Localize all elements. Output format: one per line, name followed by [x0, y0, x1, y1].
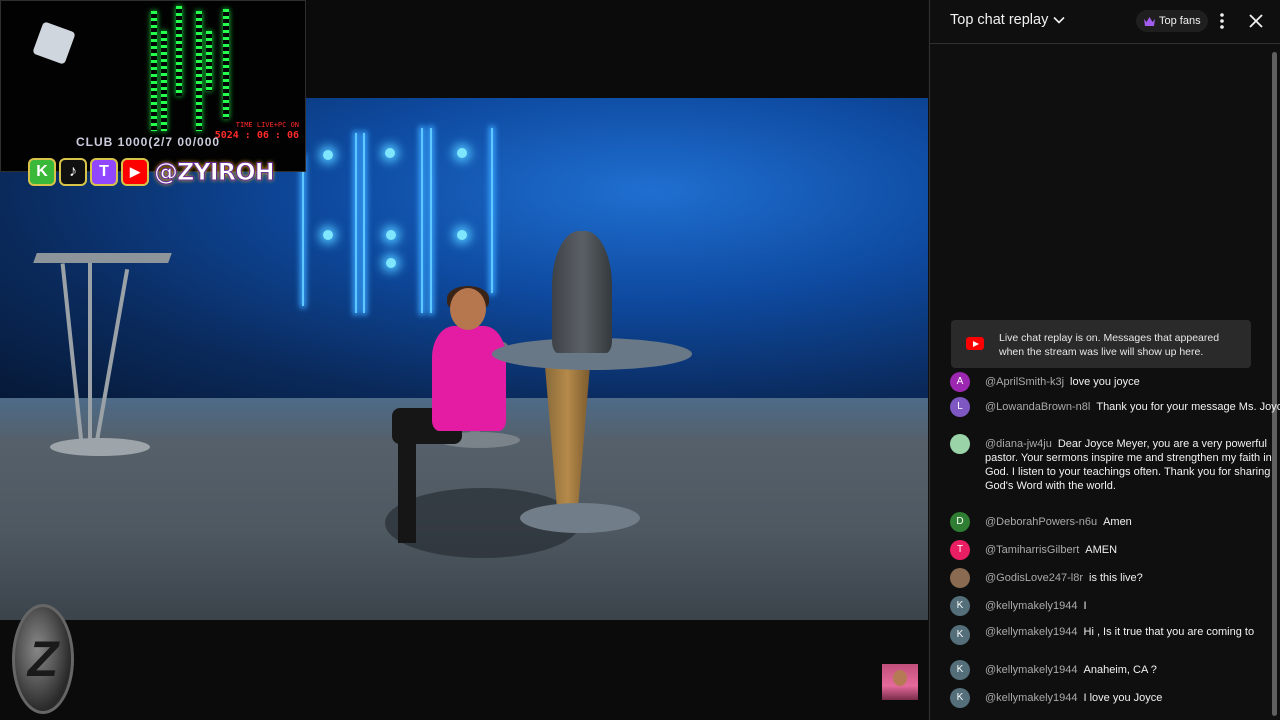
message-text: Thank you for your message Ms. Joyce	[1096, 401, 1280, 413]
author-avatar[interactable]	[950, 434, 970, 454]
led-strip	[196, 11, 202, 131]
close-chat-button[interactable]	[1245, 10, 1267, 32]
message-text: AMEN	[1085, 544, 1118, 556]
message-author[interactable]: @AprilSmith-k3j	[985, 376, 1064, 388]
stage-light-bar	[302, 156, 304, 306]
led-strip	[161, 31, 167, 131]
message-text: Anaheim, CA ?	[1083, 664, 1157, 676]
lectern-base	[50, 438, 150, 456]
twitch-icon: T	[90, 158, 118, 186]
crown-icon	[1144, 16, 1155, 26]
led-strip	[223, 9, 229, 119]
led-strip	[151, 11, 157, 131]
author-avatar[interactable]: L	[950, 397, 970, 417]
author-avatar[interactable]: K	[950, 596, 970, 616]
chat-mode-label: Top chat replay	[950, 12, 1049, 28]
led-strip	[176, 6, 182, 96]
lectern	[33, 253, 172, 263]
stage-spotlight	[385, 148, 395, 158]
thumbnail-face	[893, 670, 907, 686]
led-strip	[206, 31, 212, 91]
stream-timer-label: TIME LIVE+PC ON	[235, 121, 299, 129]
video-player[interactable]: TIME LIVE+PC ON 5024 : 06 : 06 CLUB 1000…	[0, 0, 928, 720]
author-avatar[interactable]	[950, 568, 970, 588]
speaker-jacket	[432, 326, 506, 431]
message-text: I love you Joyce	[1083, 692, 1163, 704]
message-author[interactable]: @kellymakely1944	[985, 626, 1078, 638]
chat-message[interactable]: D @DeborahPowers-n6u Amen	[950, 512, 1280, 532]
stage-spotlight	[457, 230, 467, 240]
chat-message[interactable]: K @kellymakely1944 Anaheim, CA ?	[950, 660, 1280, 680]
webcam-logo-icon	[32, 21, 76, 65]
webcam-caption: CLUB 1000(2/7 00/000	[76, 135, 221, 149]
stage-spotlight	[386, 258, 396, 268]
chat-message[interactable]: K @kellymakely1944 I love you Joyce	[950, 688, 1280, 708]
message-author[interactable]: @diana-jw4ju	[985, 438, 1052, 450]
chat-message[interactable]: @diana-jw4ju Dear Joyce Meyer, you are a …	[950, 434, 1280, 493]
chat-header: Top chat replay Top fans	[930, 0, 1280, 44]
speaker-shin	[398, 428, 416, 543]
message-author[interactable]: @DeborahPowers-n6u	[985, 516, 1097, 528]
chat-message[interactable]: K @kellymakely1944 I	[950, 596, 1280, 616]
author-avatar[interactable]: K	[950, 688, 970, 708]
chat-panel: Top chat replay Top fans Live chat repla…	[929, 0, 1280, 720]
message-author[interactable]: @LowandaBrown-n8l	[985, 401, 1090, 413]
youtube-icon: ▶	[121, 158, 149, 186]
chat-message[interactable]: @GodisLove247-l8r is this live?	[950, 568, 1280, 588]
stage-light-bar	[363, 133, 365, 313]
author-avatar[interactable]: K	[950, 625, 970, 645]
stage-light-bar	[430, 128, 432, 313]
channel-avatar-thumbnail[interactable]	[882, 664, 918, 700]
speaker-head	[450, 288, 486, 330]
instagram-handle: @ZYIROH	[154, 158, 276, 187]
chat-message[interactable]: L @LowandaBrown-n8l Thank you for your mes…	[950, 397, 1280, 417]
chat-message[interactable]: K @kellymakely1944 Hi , Is it true that yo…	[950, 625, 1280, 645]
author-avatar[interactable]: A	[950, 372, 970, 392]
top-fans-label: Top fans	[1159, 15, 1201, 27]
message-text: love you joyce	[1070, 376, 1140, 388]
kick-icon: K	[28, 158, 56, 186]
message-author[interactable]: @kellymakely1944	[985, 692, 1078, 704]
social-bar: K ♪ T ▶ @ZYIROH	[28, 156, 276, 188]
stage-spotlight	[386, 230, 396, 240]
stage-spotlight	[323, 150, 333, 160]
chat-message[interactable]: T @TamiharrisGilbert AMEN	[950, 540, 1280, 560]
message-author[interactable]: @TamiharrisGilbert	[985, 544, 1079, 556]
message-text: I	[1083, 600, 1087, 612]
message-author[interactable]: @GodisLove247-l8r	[985, 572, 1083, 584]
top-fans-button[interactable]: Top fans	[1136, 10, 1208, 32]
message-author[interactable]: @kellymakely1944	[985, 664, 1078, 676]
stage-light-bar	[355, 133, 357, 313]
message-text: Hi , Is it true that you are coming to	[1083, 626, 1255, 638]
stage-spotlight	[457, 148, 467, 158]
stage-spotlight	[323, 230, 333, 240]
message-author[interactable]: @kellymakely1944	[985, 600, 1078, 612]
close-icon	[1249, 14, 1263, 28]
message-text: Amen	[1103, 516, 1132, 528]
more-options-icon[interactable]	[1212, 10, 1232, 32]
chevron-down-icon	[1053, 16, 1065, 24]
stage-light-bar	[491, 128, 493, 293]
side-table-base	[520, 503, 640, 533]
lectern-leg	[88, 263, 92, 443]
stage-light-bar	[421, 128, 423, 313]
replay-info-banner: Live chat replay is on. Messages that ap…	[951, 320, 1251, 368]
stone-sculpture	[552, 231, 612, 353]
author-avatar[interactable]: T	[950, 540, 970, 560]
webcam-overlay: TIME LIVE+PC ON 5024 : 06 : 06 CLUB 1000…	[0, 0, 306, 172]
author-avatar[interactable]: D	[950, 512, 970, 532]
channel-watermark-logo: Z	[12, 604, 74, 714]
author-avatar[interactable]: K	[950, 660, 970, 680]
replay-info-text: Live chat replay is on. Messages that ap…	[999, 332, 1220, 358]
tiktok-icon: ♪	[59, 158, 87, 186]
chat-message[interactable]: A @AprilSmith-k3j love you joyce	[950, 372, 1280, 392]
message-text: is this live?	[1089, 572, 1143, 584]
youtube-icon	[966, 337, 984, 350]
chat-mode-dropdown[interactable]: Top chat replay	[950, 12, 1066, 28]
